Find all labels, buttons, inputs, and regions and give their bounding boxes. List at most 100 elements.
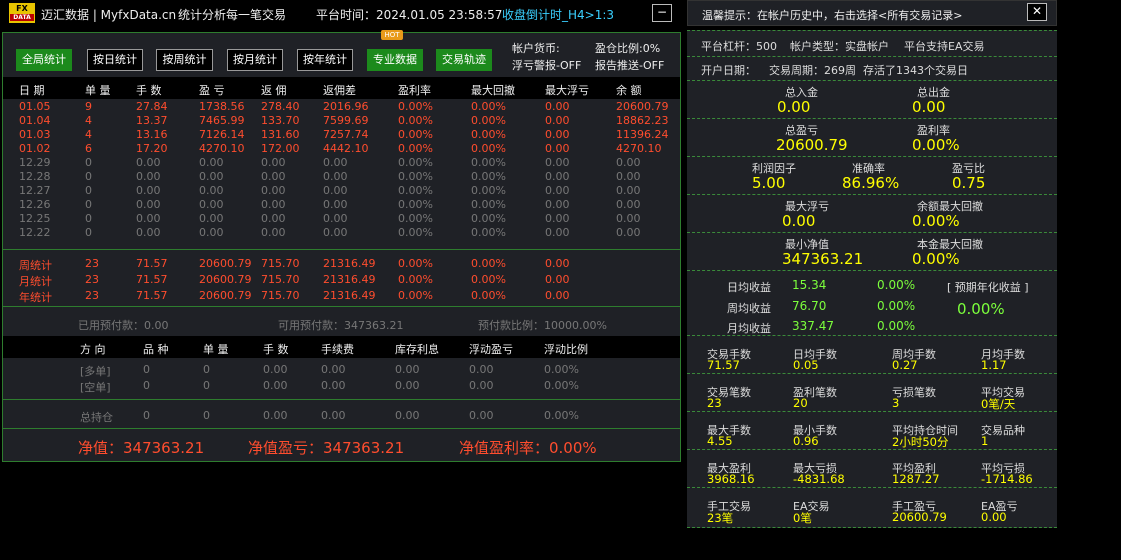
summary-cell: 0.00 [545,257,570,270]
table-cell: 0.00 [545,128,570,141]
divider [687,80,1057,81]
table-cell: 13.16 [136,128,168,141]
monthly-stats-button[interactable]: 按月统计 [227,49,283,71]
position-cell: 0.00 [469,379,494,392]
table-cell: 0.00 [323,156,348,169]
table-cell: 0.00% [398,170,433,183]
position-cell: 0.00 [321,379,346,392]
table-cell: 0 [85,212,92,225]
report-push[interactable]: 报告推送-OFF [595,57,664,73]
win-loss-ratio-value: 0.75 [952,174,986,192]
total-cell: 0 [143,409,150,422]
divider [3,306,680,307]
stat-value: 0.00 [981,510,1007,524]
global-stats-button[interactable]: 全局统计 [16,49,72,71]
table-row: 12.27 0 0.00 0.00 0.00 0.00 0.00% 0.00% 0.00 0.00 [3,184,680,198]
divider [687,194,1057,195]
table-cell: 0.00 [616,198,641,211]
minimize-button[interactable]: − [652,4,672,22]
summary-row: 年统计 23 71.57 20600.79 715.70 21316.49 0.00% 0.0… [3,289,680,304]
table-cell: 01.02 [19,142,51,155]
divider [687,270,1057,271]
trade-period: 交易周期：269周 [769,64,856,77]
equity-profit-rate: 净值盈利率：0.00% [459,439,597,457]
divider [687,156,1057,157]
profit-rate-value: 0.00% [912,136,960,154]
summary-cell: 20600.79 [199,257,252,270]
platform-time: 平台时间：2024.01.05 23:58:57 [316,8,503,22]
table-cell: 0.00 [545,170,570,183]
table-cell: 01.03 [19,128,51,141]
table-cell: 0.00 [616,156,641,169]
equity-pnl: 净值盈亏：347363.21 [248,439,405,457]
table-cell: 0.00 [545,100,570,113]
stat-value: 0.05 [793,358,819,372]
summary-cell: 715.70 [261,273,300,286]
table-cell: 0.00 [545,114,570,127]
balance-drawdown-value: 0.00% [912,212,960,230]
table-row: 12.29 0 0.00 0.00 0.00 0.00 0.00% 0.00% 0.00 0.00 [3,156,680,170]
table-row: 12.26 0 0.00 0.00 0.00 0.00 0.00% 0.00% 0.00 0.00 [3,198,680,212]
open-date: 开户日期： [701,64,756,77]
float-loss-alert[interactable]: 浮亏警报-OFF [512,57,581,73]
used-margin: 已用预付款：0.00 [78,319,169,332]
column-header: 盈 亏 [199,84,225,97]
table-cell: 01.05 [19,100,51,113]
total-cell: 0.00% [544,409,579,422]
table-cell: 0.00 [136,212,161,225]
table-cell: 0.00 [616,184,641,197]
table-cell: 0.00 [323,212,348,225]
position-cell: [多单] [80,365,111,378]
table-cell: 0.00 [136,170,161,183]
stat-value: 3968.16 [707,472,755,486]
table-cell: 4270.10 [616,142,662,155]
table-cell: 12.27 [19,184,51,197]
divider [687,56,1057,57]
history-tip: 温馨提示：在帐户历史中，右击选择<所有交易记录> [702,9,963,22]
divider [687,373,1057,374]
min-equity-value: 347363.21 [782,250,864,268]
table-cell: 0.00% [471,198,506,211]
accuracy-value: 86.96% [842,174,900,192]
weekly-stats-button[interactable]: 按周统计 [156,49,213,71]
table-cell: 0 [85,226,92,239]
summary-cell: 21316.49 [323,257,376,270]
table-cell: 0.00 [323,198,348,211]
total-cell: 0.00 [469,409,494,422]
table-row: 12.25 0 0.00 0.00 0.00 0.00 0.00% 0.00% 0.00 0.00 [3,212,680,226]
stats-panel: 全局统计 按日统计 按周统计 按月统计 按年统计 专业数据 HOT 交易轨迹 帐… [2,30,681,462]
table-cell: 0.00% [471,100,506,113]
logo-subtext: DATA [10,14,34,21]
column-header: 最大回撤 [471,84,515,97]
hot-badge: HOT [381,30,403,40]
max-float-loss-value: 0.00 [782,212,816,230]
summary-cell: 0.00 [545,289,570,302]
close-button[interactable]: ✕ [1027,3,1047,21]
position-cell: 0.00 [395,363,420,376]
fxdata-logo: FX DATA [9,3,35,23]
daily-stats-button[interactable]: 按日统计 [87,49,143,71]
summary-cell: 月统计 [19,275,52,288]
annual-return-label: [ 预期年化收益 ] [947,281,1029,294]
position-cell: 0.00 [263,379,288,392]
table-cell: 0.00% [471,184,506,197]
table-cell: 7599.69 [323,114,369,127]
summary-cell: 0.00% [471,257,506,270]
summary-cell: 周统计 [19,259,52,272]
summary-cell: 0.00% [471,273,506,286]
stat-value: 71.57 [707,358,740,372]
table-cell: 6 [85,142,92,155]
summary-cell: 0.00% [398,257,433,270]
yearly-stats-button[interactable]: 按年统计 [297,49,353,71]
daily-return-label: 日均收益 [727,281,771,294]
table-cell: 11396.24 [616,128,669,141]
table-cell: 0 [85,170,92,183]
table-cell: 12.25 [19,212,51,225]
table-cell: 0.00% [398,198,433,211]
position-cell: 0.00% [544,363,579,376]
divider [3,249,680,250]
pro-data-button[interactable]: 专业数据 [367,49,423,71]
position-row: [空单] 0 0 0.00 0.00 0.00 0.00 0.00% [3,379,680,394]
stat-value: 1287.27 [892,472,940,486]
trade-track-button[interactable]: 交易轨迹 [436,49,492,71]
